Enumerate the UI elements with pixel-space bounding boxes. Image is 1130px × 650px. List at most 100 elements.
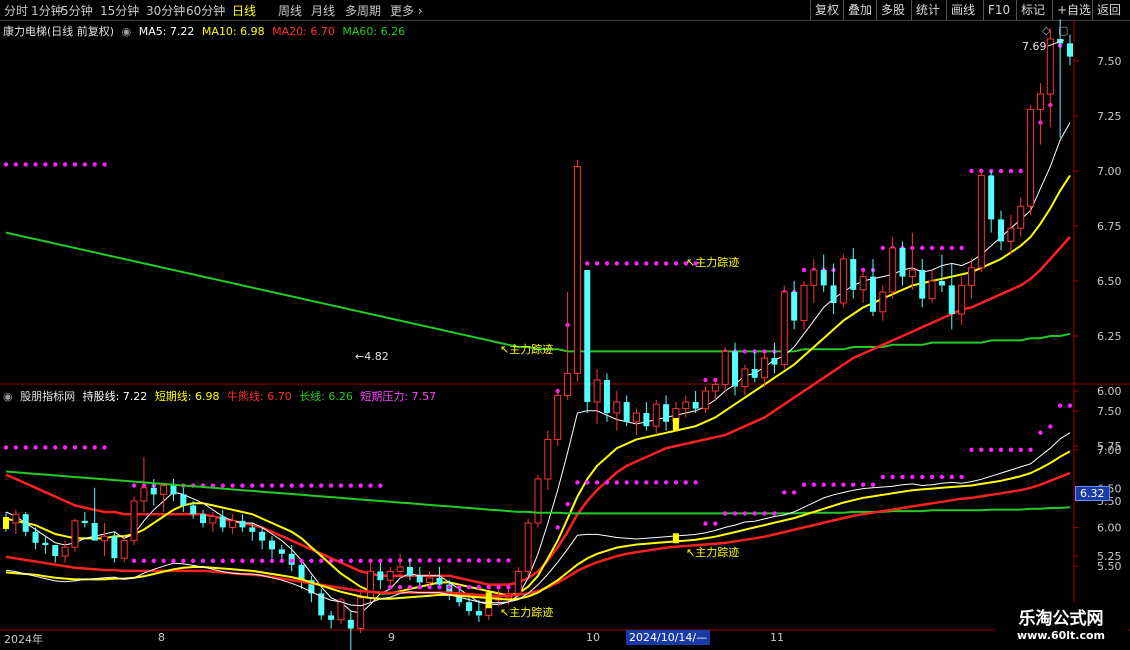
sub-pressure-dot <box>456 584 462 590</box>
watermark-title: 乐淘公式网 <box>1018 609 1104 629</box>
main-axis-label: 6.25 <box>1097 330 1122 343</box>
candle-body <box>701 390 709 410</box>
sub-pressure-dot <box>417 584 422 590</box>
main-pressure-dot <box>250 483 255 488</box>
candle-body <box>416 575 423 583</box>
sub-pressure-dot <box>742 511 748 516</box>
main-pressure-dot <box>624 261 629 266</box>
candle-body <box>170 485 177 495</box>
sub-pressure-dot <box>575 480 580 485</box>
sub-pressure-dot <box>319 558 324 563</box>
main-pressure-dot <box>939 245 945 251</box>
sub-pressure-dot <box>811 482 817 487</box>
candle-body <box>977 174 985 269</box>
main-pressure-dot <box>338 483 344 488</box>
sub-axis-label: 7.50 <box>1097 405 1122 418</box>
main-pressure-dot <box>437 558 442 563</box>
main-axis-label: 6.75 <box>1097 220 1122 233</box>
candle-body <box>859 276 867 291</box>
candle-body <box>347 619 354 629</box>
main-pressure-dot <box>1008 168 1014 174</box>
sub-pressure-dot <box>82 445 88 450</box>
candle-body <box>889 247 897 293</box>
sub-pressure-dot <box>988 447 994 452</box>
main-pressure-dot <box>309 483 314 488</box>
main-pressure-dot <box>348 483 354 488</box>
sub-pressure-dot <box>791 490 797 495</box>
sub-pressure-dot <box>53 445 58 450</box>
candle-body <box>800 284 808 322</box>
sub-pressure-dot <box>713 521 718 526</box>
sub-pressure-dot <box>279 558 285 563</box>
main-pressure-dot <box>594 261 600 266</box>
sub-pressure-dot <box>841 482 846 487</box>
main-pressure-dot <box>742 349 748 354</box>
main-pressure-dot <box>13 162 19 167</box>
candle-body <box>475 611 482 616</box>
sub-pressure-dot <box>634 480 639 485</box>
main-pressure-dot <box>92 162 97 167</box>
sub-pressure-dot <box>289 558 294 563</box>
sub-pressure-dot <box>506 584 511 590</box>
sub-pressure-dot <box>604 480 610 485</box>
sub-pressure-dot <box>3 445 9 450</box>
candle-body <box>22 514 29 532</box>
candle-body <box>229 520 237 528</box>
candle-body <box>771 358 778 365</box>
candle-body <box>1067 43 1073 57</box>
sub-pressure-dot <box>949 474 954 480</box>
candle-body <box>357 597 365 630</box>
sub-pressure-dot <box>23 445 28 450</box>
sub-pressure-dot <box>151 558 156 563</box>
main-pressure-dot <box>998 168 1004 174</box>
kline-chart[interactable]: 7.507.257.006.756.506.256.005.755.505.25… <box>0 0 1130 650</box>
main-pressure-dot <box>220 483 225 488</box>
candle-body <box>42 542 49 545</box>
main-pressure-dot <box>654 261 659 266</box>
expand-icon[interactable]: ▢ <box>1058 24 1068 37</box>
candle-body <box>209 515 217 524</box>
main-axis-label: 7.25 <box>1097 110 1122 123</box>
sub-pressure-dot <box>555 525 560 530</box>
high-price-label: 7.69 <box>1022 40 1047 53</box>
timeline-label-4: 11 <box>770 631 784 644</box>
main-pressure-dot <box>53 162 58 167</box>
candle-body <box>761 357 769 379</box>
sub-pressure-dot <box>1018 447 1023 452</box>
watermark: 乐淘公式网 www.60lt.com <box>994 602 1128 648</box>
sub-pressure-dot <box>703 521 708 526</box>
main-pressure-dot <box>801 267 807 273</box>
sub-pressure-dot <box>131 558 137 563</box>
candle-body <box>810 269 818 286</box>
candle-body <box>633 412 641 423</box>
candle-body <box>732 351 739 387</box>
candle-body <box>692 402 699 409</box>
main-pressure-dot <box>447 558 452 563</box>
main-pressure-dot <box>33 162 38 167</box>
sub-pressure-dot <box>407 584 413 590</box>
candle-body <box>239 520 246 528</box>
sub-pressure-dot <box>1057 403 1063 408</box>
sub-pressure-dot <box>102 445 107 450</box>
sub-pressure-dot <box>161 558 166 563</box>
diamond-icon[interactable]: ◇ <box>1042 24 1051 37</box>
main-trace-label-2: ↖主力踪迹 <box>686 255 739 269</box>
sub-pressure-dot <box>496 584 501 590</box>
sub-pressure-dot <box>831 482 836 487</box>
sub-pressure-dot <box>959 474 964 480</box>
main-ma10-line <box>5 174 1071 597</box>
main-pressure-dot <box>368 483 373 488</box>
sub-pressure-dot <box>230 558 235 563</box>
sub-trace-label-2: ↖主力踪迹 <box>686 545 739 559</box>
sub-force-marker <box>485 592 492 603</box>
sub-pressure-dot <box>13 445 19 450</box>
main-force-marker <box>3 517 9 529</box>
sub-pressure-dot <box>1028 447 1033 452</box>
main-pressure-dot <box>131 483 137 488</box>
main-pressure-dot <box>920 245 925 251</box>
candle-body <box>879 291 887 313</box>
candle-body <box>623 402 630 422</box>
main-pressure-dot <box>289 483 294 488</box>
candle-body <box>682 401 690 410</box>
candle-body <box>573 166 581 374</box>
